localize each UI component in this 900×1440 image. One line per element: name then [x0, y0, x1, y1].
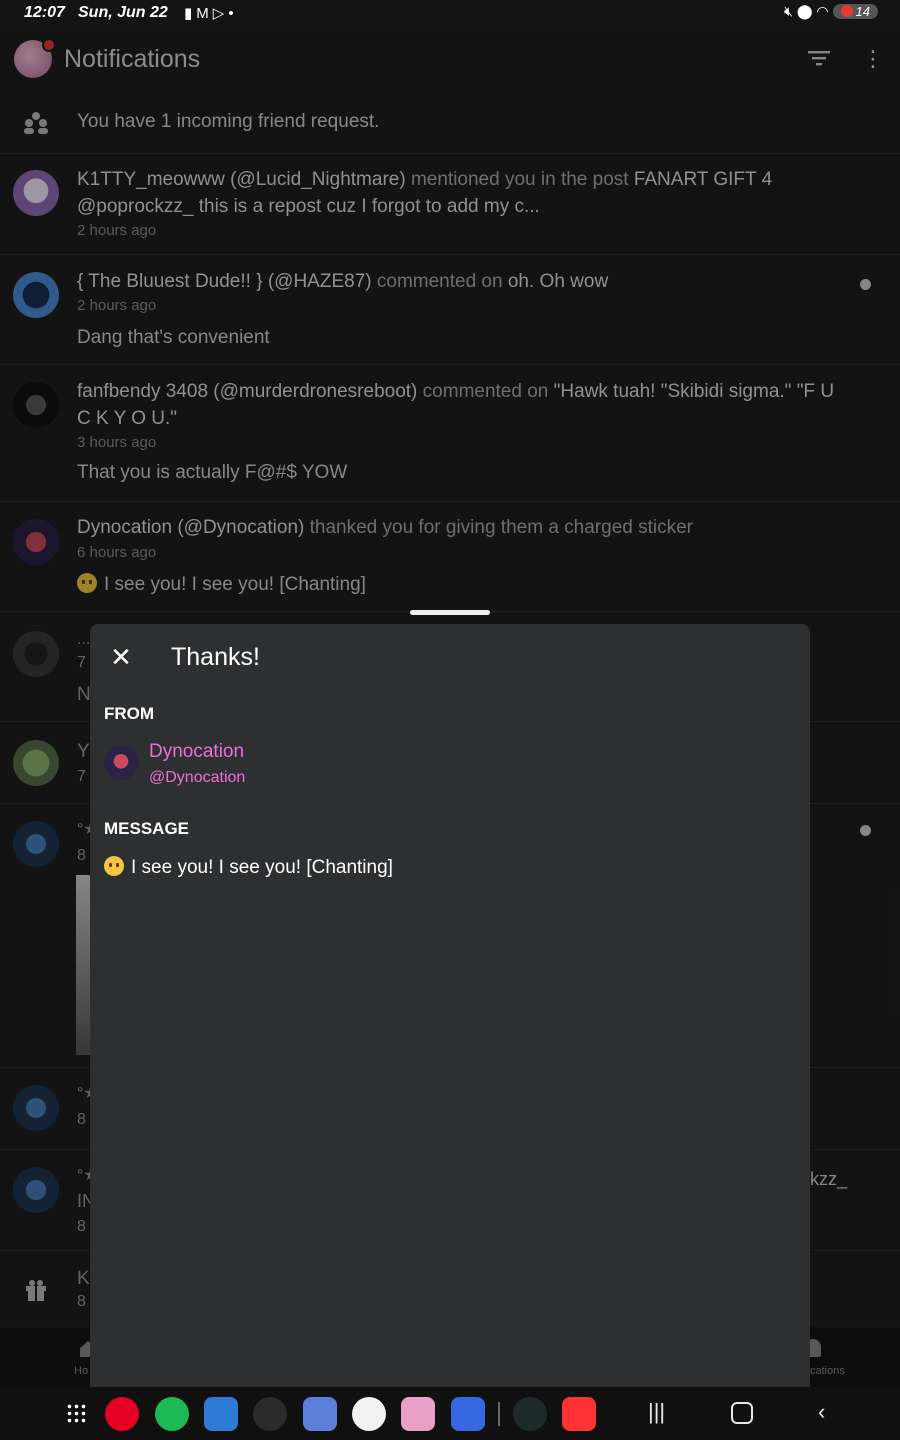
notification-comment: That you is actually F@#$ YOW: [77, 462, 348, 483]
audio-app-icon[interactable]: [513, 1397, 547, 1431]
spotify-icon[interactable]: [155, 1397, 189, 1431]
close-icon[interactable]: ✕: [106, 642, 136, 672]
avatar[interactable]: [13, 382, 59, 428]
sheet-title: Thanks!: [171, 643, 260, 671]
dock-divider: [498, 1402, 500, 1426]
thanks-sheet: ✕ Thanks! FROM Dynocation @Dynocation ME…: [90, 624, 810, 1440]
notification-text: K1TTY_meowww (@Lucid_Nightmare) mentione…: [77, 169, 773, 217]
message-label: MESSAGE: [104, 819, 190, 838]
avatar[interactable]: [13, 631, 59, 677]
app-header: Notifications ⋮: [0, 26, 900, 92]
wifi-icon: ◠: [816, 3, 829, 19]
picsart-icon[interactable]: [204, 1397, 238, 1431]
list-item[interactable]: Dynocation (@Dynocation) thanked you for…: [0, 501, 900, 612]
notification-dot: [42, 38, 56, 52]
home-button-icon[interactable]: [731, 1402, 753, 1424]
youtube-icon[interactable]: [562, 1397, 596, 1431]
from-label: FROM: [104, 704, 155, 723]
filter-icon[interactable]: [806, 48, 832, 68]
alert-icon: ▮: [184, 5, 197, 22]
avatar[interactable]: [13, 272, 59, 318]
avatar[interactable]: [13, 1085, 59, 1131]
play-store-icon: ▷: [212, 5, 229, 22]
avatar[interactable]: [13, 1167, 59, 1213]
roblox-icon[interactable]: [451, 1397, 485, 1431]
notification-text: { The Bluuest Dude!! } (@HAZE87) comment…: [77, 271, 609, 292]
youtube-music-icon[interactable]: [352, 1397, 386, 1431]
battery-icon: [840, 5, 853, 17]
avatar[interactable]: [104, 746, 138, 780]
location-icon: ⬤: [796, 3, 813, 19]
notification-time: 3 hours ago: [77, 434, 157, 451]
list-item[interactable]: { The Bluuest Dude!! } (@HAZE87) comment…: [0, 254, 900, 365]
notification-comment: Dang that's convenient: [77, 327, 270, 348]
gmail-icon: M: [196, 5, 213, 22]
status-time: 12:07: [24, 4, 65, 21]
avatar[interactable]: [13, 519, 59, 565]
friends-icon: [24, 112, 48, 134]
apps-grid-icon[interactable]: [66, 1403, 86, 1423]
mute-icon: 🔇︎: [784, 3, 793, 19]
nav-home-label[interactable]: Ho: [74, 1365, 88, 1377]
system-nav-bar: ||| ‹: [0, 1387, 900, 1440]
from-handle[interactable]: @Dynocation: [149, 769, 245, 787]
notification-time: 6 hours ago: [77, 544, 157, 561]
status-date: Sun, Jun 22: [78, 4, 168, 21]
power-app-icon[interactable]: [253, 1397, 287, 1431]
no-mouth-emoji-icon: [77, 573, 97, 593]
anime-app-icon[interactable]: [401, 1397, 435, 1431]
notification-text: fanfbendy 3408 (@murderdronesreboot) com…: [77, 381, 835, 429]
avatar[interactable]: [13, 821, 59, 867]
page-title: Notifications: [64, 45, 201, 73]
avatar-app-icon[interactable]: [303, 1397, 337, 1431]
unread-dot: [860, 825, 871, 836]
friend-request-text: You have 1 incoming friend request.: [77, 111, 380, 132]
unread-dot: [860, 279, 871, 290]
notification-time: 2 hours ago: [77, 297, 157, 314]
pinterest-icon[interactable]: [105, 1397, 139, 1431]
more-vert-icon[interactable]: ⋮: [860, 46, 886, 72]
notification-comment: I see you! I see you! [Chanting]: [77, 573, 366, 596]
message-text: I see you! I see you! [Chanting]: [104, 856, 393, 879]
post-image[interactable]: [76, 875, 90, 1055]
list-item[interactable]: fanfbendy 3408 (@murderdronesreboot) com…: [0, 364, 900, 502]
back-icon[interactable]: ‹: [818, 1399, 825, 1425]
notification-text: Dynocation (@Dynocation) thanked you for…: [77, 517, 694, 538]
friend-request-row[interactable]: You have 1 incoming friend request.: [0, 92, 900, 154]
gift-icon: [26, 1280, 46, 1301]
status-bar: 12:07 Sun, Jun 22 ▮M▷• 🔇︎ ⬤ ◠ 14: [0, 0, 900, 26]
list-item[interactable]: K1TTY_meowww (@Lucid_Nightmare) mentione…: [0, 153, 900, 255]
battery-indicator: 14: [832, 4, 878, 19]
nav-notifications-label[interactable]: cations: [810, 1365, 845, 1377]
from-name[interactable]: Dynocation: [149, 741, 244, 763]
dot-icon: •: [228, 5, 238, 22]
notification-time: 2 hours ago: [77, 222, 157, 239]
sheet-drag-handle[interactable]: [410, 610, 490, 615]
no-mouth-emoji-icon: [104, 856, 124, 876]
recent-apps-icon[interactable]: |||: [648, 1399, 665, 1425]
status-left-icons: ▮M▷•: [184, 4, 238, 22]
avatar[interactable]: [13, 740, 59, 786]
status-right-icons: 🔇︎ ⬤ ◠ 14: [784, 3, 878, 20]
avatar[interactable]: [13, 170, 59, 216]
